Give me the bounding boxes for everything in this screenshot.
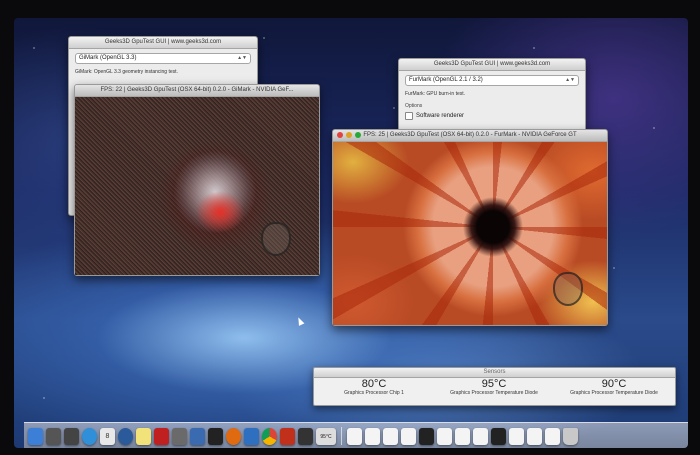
furmark-gui-titlebar[interactable]: Geeks3D GpuTest GUI | www.geeks3d.com [399, 59, 585, 71]
sensor-label: Graphics Processor Chip 1 [344, 390, 404, 396]
calendar-icon[interactable]: 8 [100, 428, 115, 445]
chevron-down-icon: ▲▼ [565, 77, 575, 83]
sensor-reading: 80°C Graphics Processor Chip 1 [314, 378, 434, 396]
gimark-render-title: FPS: 22 | Geeks3D GpuTest (OSX 64-bit) 0… [100, 87, 294, 93]
chrome-icon[interactable] [262, 428, 277, 445]
desktop: Geeks3D GpuTest GUI | www.geeks3d.com Gi… [14, 18, 688, 448]
close-icon[interactable] [337, 132, 343, 138]
photo-icon[interactable] [172, 428, 187, 445]
terminal-icon[interactable] [208, 428, 223, 445]
sensor-value: 90°C [601, 378, 627, 390]
gimark-gui-titlebar[interactable]: Geeks3D GpuTest GUI | www.geeks3d.com [69, 37, 257, 49]
pepper-icon[interactable] [280, 428, 295, 445]
sensor-label: Graphics Processor Temperature Diode [570, 390, 658, 396]
calendar-day: 8 [105, 433, 110, 440]
document-icon[interactable] [401, 428, 416, 445]
sensor-label: Graphics Processor Temperature Diode [450, 390, 538, 396]
gimark-description: GiMark: OpenGL 3.3 geometry instancing t… [75, 69, 178, 75]
gimark-gui-title: Geeks3D GpuTest GUI | www.geeks3d.com [104, 39, 222, 45]
furmark-test-select[interactable]: FurMark (OpenGL 2.1 / 3.2) ▲▼ [405, 75, 579, 86]
furmark-render-title: FPS: 25 | Geeks3D GpuTest (OSX 64-bit) 0… [363, 132, 577, 138]
notes-icon[interactable] [136, 428, 151, 445]
document-icon[interactable] [509, 428, 524, 445]
sensor-value: 95°C [481, 378, 507, 390]
sensors-titlebar[interactable]: Sensors [314, 368, 675, 378]
launchpad-icon[interactable] [46, 428, 61, 445]
gimark-render-canvas [75, 97, 319, 275]
temperature-badge-value: 95°C [320, 433, 332, 440]
temperature-badge[interactable]: 95°C [316, 428, 336, 445]
zoom-icon[interactable] [355, 132, 361, 138]
sensor-reading: 90°C Graphics Processor Temperature Diod… [554, 378, 674, 396]
document-icon[interactable] [365, 428, 380, 445]
software-renderer-option[interactable]: Software renderer [405, 112, 579, 120]
gimark-test-select[interactable]: GiMark (OpenGL 3.3) ▲▼ [75, 53, 251, 64]
furmark-test-select-value: FurMark (OpenGL 2.1 / 3.2) [409, 77, 483, 83]
gimark-render-titlebar[interactable]: FPS: 22 | Geeks3D GpuTest (OSX 64-bit) 0… [75, 85, 319, 97]
document-icon[interactable] [545, 428, 560, 445]
mission-control-icon[interactable] [64, 428, 79, 445]
safari-icon[interactable] [82, 428, 97, 445]
software-renderer-label: Software renderer [416, 113, 465, 119]
dashboard-icon[interactable] [118, 428, 133, 445]
gimark-render-window[interactable]: FPS: 22 | Geeks3D GpuTest (OSX 64-bit) 0… [74, 84, 320, 276]
document-icon[interactable] [383, 428, 398, 445]
utilities-icon[interactable] [190, 428, 205, 445]
options-label: Options [405, 103, 423, 109]
dock: 8 95°C [24, 422, 688, 448]
document-icon[interactable] [437, 428, 452, 445]
sensors-window[interactable]: Sensors 80°C Graphics Processor Chip 1 9… [313, 367, 676, 406]
document-icon[interactable] [473, 428, 488, 445]
furmark-gui-title: Geeks3D GpuTest GUI | www.geeks3d.com [433, 61, 551, 67]
furmark-render-titlebar[interactable]: FPS: 25 | Geeks3D GpuTest (OSX 64-bit) 0… [333, 130, 607, 142]
document-icon[interactable] [347, 428, 362, 445]
document-icon[interactable] [491, 428, 506, 445]
photo-booth-icon[interactable] [154, 428, 169, 445]
software-renderer-checkbox[interactable] [405, 112, 413, 120]
sensor-reading: 95°C Graphics Processor Temperature Diod… [434, 378, 554, 396]
finder-icon[interactable] [28, 428, 43, 445]
document-icon[interactable] [455, 428, 470, 445]
window-controls [337, 132, 361, 138]
sensors-title: Sensors [483, 369, 506, 375]
sensor-value: 80°C [361, 378, 387, 390]
apple-logo-icon [261, 222, 291, 256]
document-icon[interactable] [419, 428, 434, 445]
furmark-render-canvas [333, 142, 607, 325]
apple-logo-icon [553, 272, 583, 306]
firefox-icon[interactable] [226, 428, 241, 445]
furmark-description: FurMark: GPU burn-in test. [405, 91, 466, 97]
trash-icon[interactable] [563, 428, 578, 445]
furmark-render-window[interactable]: FPS: 25 | Geeks3D GpuTest (OSX 64-bit) 0… [332, 129, 608, 326]
dock-separator [341, 427, 342, 445]
chevron-down-icon: ▲▼ [237, 55, 247, 61]
x11-icon[interactable] [298, 428, 313, 445]
minimize-icon[interactable] [346, 132, 352, 138]
document-icon[interactable] [527, 428, 542, 445]
gimark-test-select-value: GiMark (OpenGL 3.3) [79, 55, 137, 61]
xcode-icon[interactable] [244, 428, 259, 445]
